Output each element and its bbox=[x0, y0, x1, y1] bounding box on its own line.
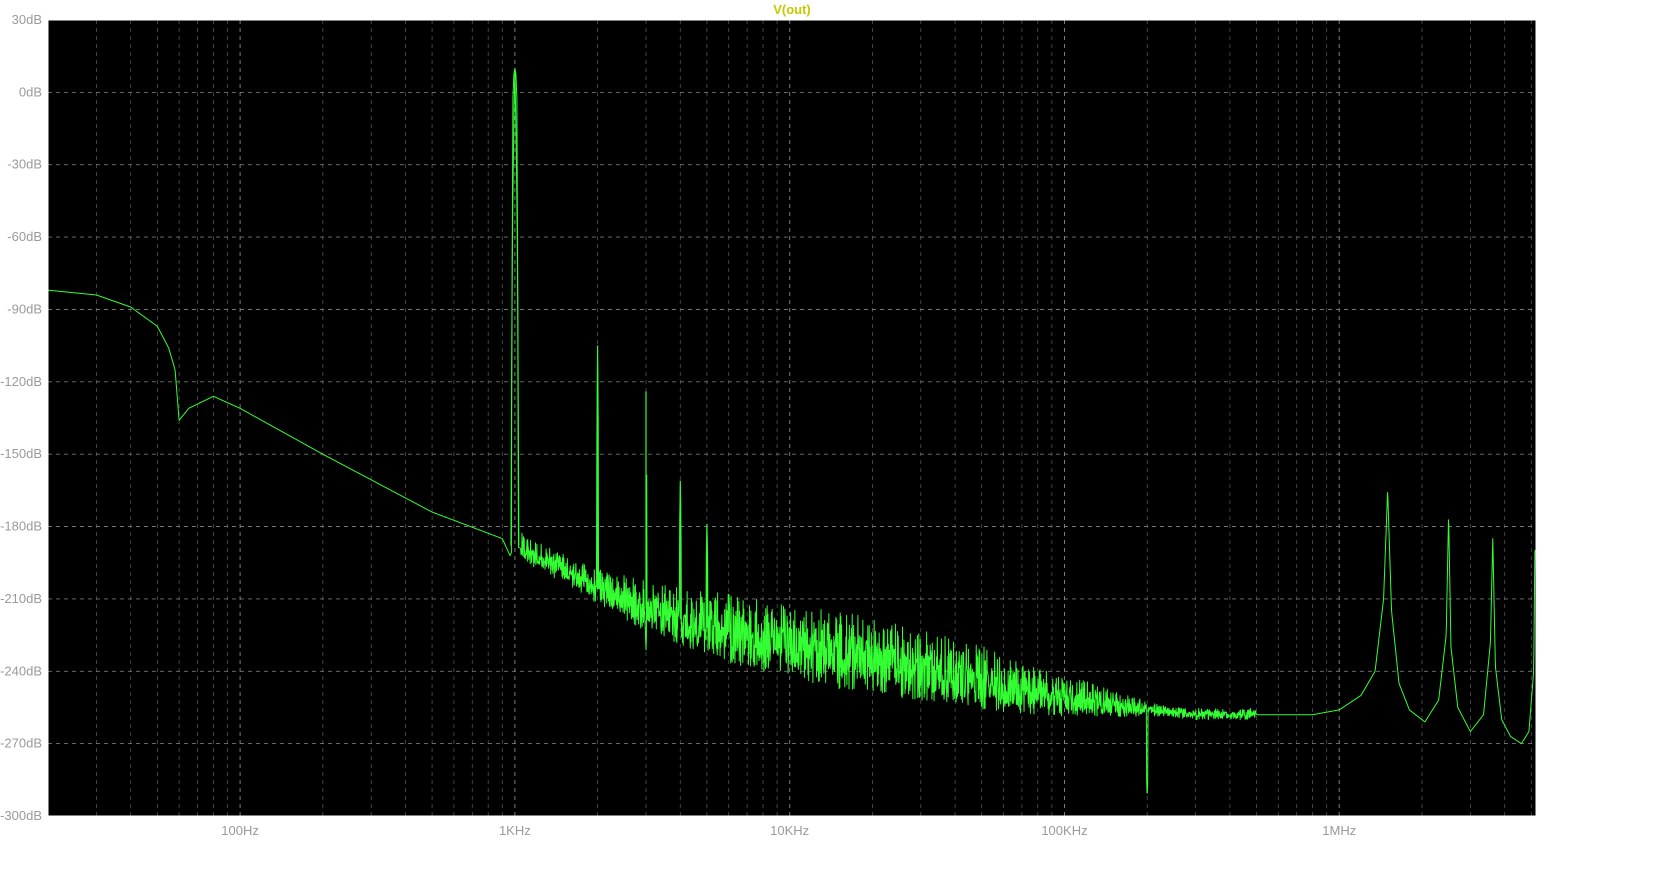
y-tick-label: -90dB bbox=[7, 301, 42, 316]
y-tick-label: -120dB bbox=[0, 374, 42, 389]
x-tick-label: 1KHz bbox=[499, 823, 531, 838]
x-tick-label: 100Hz bbox=[221, 823, 259, 838]
y-tick-label: -180dB bbox=[0, 519, 42, 534]
y-tick-label: 0dB bbox=[19, 84, 42, 99]
y-tick-label: -300dB bbox=[0, 808, 42, 823]
y-tick-label: -210dB bbox=[0, 591, 42, 606]
y-tick-label: -240dB bbox=[0, 663, 42, 678]
waveform-plot[interactable]: 30dB 0dB -30dB -60dB -90dB -120dB -150dB -180dB… bbox=[0, 0, 1655, 888]
x-tick-label: 1MHz bbox=[1322, 823, 1356, 838]
x-tick-label: 10KHz bbox=[770, 823, 809, 838]
plot-area-background bbox=[48, 20, 1536, 816]
y-tick-label: -30dB bbox=[7, 157, 42, 172]
y-tick-label: -270dB bbox=[0, 736, 42, 751]
y-tick-label: -150dB bbox=[0, 446, 42, 461]
plot-window: 30dB 0dB -30dB -60dB -90dB -120dB -150dB -180dB… bbox=[0, 0, 1655, 888]
x-tick-label: 100KHz bbox=[1041, 823, 1087, 838]
trace-title[interactable]: V(out) bbox=[773, 2, 811, 17]
y-tick-label: -60dB bbox=[7, 229, 42, 244]
y-tick-label: 30dB bbox=[12, 12, 42, 27]
